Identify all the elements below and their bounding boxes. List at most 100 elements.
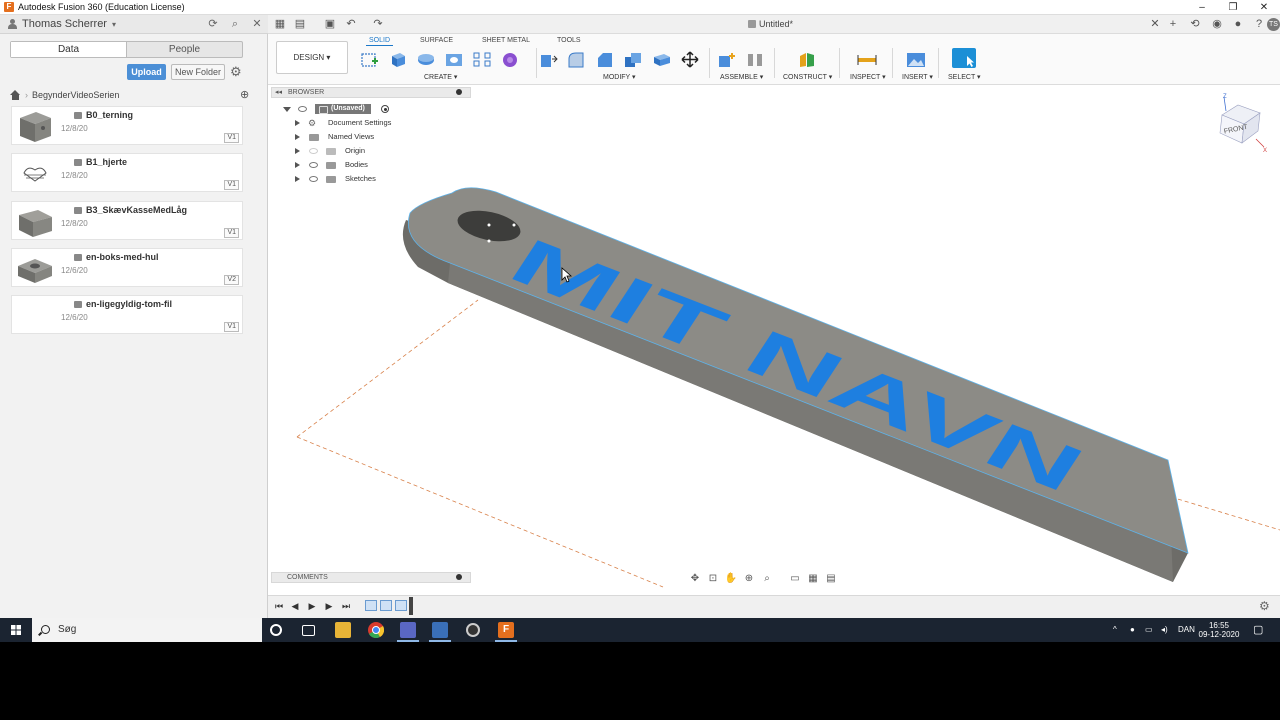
tab-surface[interactable]: SURFACE	[420, 37, 453, 44]
gear-icon[interactable]: ⚙	[230, 65, 243, 78]
combine-icon[interactable]	[652, 51, 672, 68]
job-status-icon[interactable]: ◉	[1210, 18, 1224, 31]
version-badge[interactable]: V1	[224, 180, 239, 190]
help-icon[interactable]: ?	[1252, 18, 1266, 31]
pan-icon[interactable]: ✋	[724, 573, 738, 584]
chrome-icon[interactable]	[368, 622, 384, 638]
version-badge[interactable]: V1	[224, 133, 239, 143]
revolve-icon[interactable]	[416, 51, 436, 68]
viewcube[interactable]: FRONT Z X	[1212, 93, 1272, 155]
file-card[interactable]: en-boks-med-hul 12/6/20 V2	[11, 248, 243, 287]
collapse-panel-icon[interactable]: ◂◂	[275, 88, 282, 97]
maximize-button[interactable]: ❐	[1219, 0, 1247, 15]
play-icon[interactable]: ▶	[306, 601, 318, 612]
browser-header[interactable]: ◂◂ BROWSER	[271, 87, 471, 98]
create-menu[interactable]: CREATE ▾	[424, 73, 457, 81]
close-tab-icon[interactable]: ✕	[1148, 18, 1162, 31]
timeline-settings-icon[interactable]: ⚙	[1259, 600, 1272, 613]
close-panel-icon[interactable]: ✕	[250, 18, 264, 31]
expand-arrow-icon[interactable]	[295, 134, 300, 140]
shell-icon[interactable]	[623, 51, 643, 68]
inspect-menu[interactable]: INSPECT ▾	[850, 73, 886, 81]
select-menu[interactable]: SELECT ▾	[948, 73, 981, 81]
file-menu-icon[interactable]: ▤	[293, 18, 307, 31]
visibility-icon[interactable]	[298, 106, 307, 112]
chamfer-icon[interactable]	[595, 51, 615, 68]
timeline-sketch-feature[interactable]	[365, 600, 377, 611]
taskbar-search[interactable]: Søg	[32, 618, 262, 642]
construct-menu[interactable]: CONSTRUCT ▾	[783, 73, 832, 81]
task-view-icon[interactable]	[302, 625, 315, 636]
create-sketch-icon[interactable]	[360, 51, 380, 68]
display-settings-icon[interactable]: ▭	[788, 573, 802, 584]
user-avatar[interactable]: TS	[1267, 18, 1280, 31]
extrude-icon[interactable]	[388, 51, 408, 68]
system-clock[interactable]: 16:55 09-12-2020	[1196, 621, 1242, 639]
browser-item-named-views[interactable]: Named Views	[271, 131, 471, 143]
input-language[interactable]: DAN	[1178, 618, 1195, 642]
activate-icon[interactable]	[381, 105, 389, 113]
breadcrumb-folder[interactable]: BegynderVideoSerien	[32, 90, 119, 100]
document-tab[interactable]: Untitled*	[748, 15, 793, 34]
zoom-icon[interactable]: ⌕	[760, 573, 774, 584]
visibility-icon[interactable]	[309, 162, 318, 168]
look-at-icon[interactable]: ⊡	[706, 573, 720, 584]
timeline-extrude-feature[interactable]	[380, 600, 392, 611]
measure-icon[interactable]	[857, 51, 877, 68]
fusion-taskbar-icon[interactable]: F	[498, 622, 514, 638]
step-back-icon[interactable]: ◀	[289, 601, 301, 612]
network-icon[interactable]: ▭	[1145, 618, 1153, 642]
fillet-icon[interactable]	[566, 51, 586, 68]
save-icon[interactable]: ▣	[323, 18, 337, 31]
add-member-icon[interactable]: ⊕	[240, 89, 252, 101]
grid-settings-icon[interactable]: ▦	[806, 573, 820, 584]
visibility-icon[interactable]	[309, 148, 318, 154]
timeline-extrude-feature[interactable]	[395, 600, 407, 611]
insert-image-icon[interactable]	[906, 51, 926, 68]
file-card[interactable]: B3_SkævKasseMedLåg 12/8/20 V1	[11, 201, 243, 240]
zoom-window-icon[interactable]: ⊕	[742, 573, 756, 584]
tab-sheet-metal[interactable]: SHEET METAL	[482, 37, 530, 44]
browser-root[interactable]: (Unsaved)	[271, 103, 471, 115]
viewports-icon[interactable]: ▤	[824, 573, 838, 584]
extensions-icon[interactable]: ⟲	[1188, 18, 1202, 31]
minimize-button[interactable]: –	[1188, 0, 1216, 15]
notification-center-icon[interactable]: ▢	[1253, 618, 1263, 642]
pattern-icon[interactable]	[472, 51, 492, 68]
notifications-icon[interactable]: ●	[1231, 18, 1245, 31]
expand-arrow-icon[interactable]	[295, 176, 300, 182]
close-window-button[interactable]: ✕	[1250, 0, 1278, 15]
canvas-viewport[interactable]: MIT NAVN ◂◂ BROWSER (Unsaved) ⚙ Document…	[268, 85, 1280, 595]
orbit-icon[interactable]: ✥	[688, 573, 702, 584]
comments-panel[interactable]: COMMENTS	[271, 572, 471, 583]
pin-icon[interactable]	[456, 89, 462, 95]
expand-arrow-icon[interactable]	[283, 107, 291, 112]
redo-icon[interactable]: ↷	[371, 18, 385, 31]
obs-icon[interactable]	[466, 623, 480, 637]
search-icon[interactable]: ⌕	[228, 18, 242, 31]
new-tab-icon[interactable]: +	[1166, 18, 1180, 31]
select-icon[interactable]	[952, 48, 976, 68]
version-badge[interactable]: V2	[224, 275, 239, 285]
file-explorer-icon[interactable]	[335, 622, 351, 638]
step-forward-icon[interactable]: ▶	[323, 601, 335, 612]
windows-start-icon[interactable]	[0, 618, 32, 642]
refresh-icon[interactable]: ⟳	[206, 18, 220, 31]
go-to-end-icon[interactable]: ⏭	[340, 601, 352, 612]
browser-item-origin[interactable]: Origin	[271, 145, 471, 157]
timeline-marker[interactable]	[409, 597, 413, 615]
file-card[interactable]: en-ligegyldig-tom-fil 12/6/20 V1	[11, 295, 243, 334]
go-to-start-icon[interactable]: ⏮	[273, 601, 285, 612]
expand-arrow-icon[interactable]	[295, 120, 300, 126]
expand-arrow-icon[interactable]	[295, 148, 300, 154]
offset-plane-icon[interactable]	[797, 51, 817, 68]
workspace-switcher[interactable]: DESIGN ▾	[276, 41, 348, 74]
form-icon[interactable]	[500, 51, 520, 68]
grid-menu-icon[interactable]: ▦	[273, 18, 287, 31]
browser-item-bodies[interactable]: Bodies	[271, 159, 471, 171]
file-card[interactable]: B1_hjerte 12/8/20 V1	[11, 153, 243, 192]
version-badge[interactable]: V1	[224, 322, 239, 332]
version-badge[interactable]: V1	[224, 228, 239, 238]
app-icon[interactable]	[400, 622, 416, 638]
tab-people[interactable]: People	[127, 42, 242, 57]
